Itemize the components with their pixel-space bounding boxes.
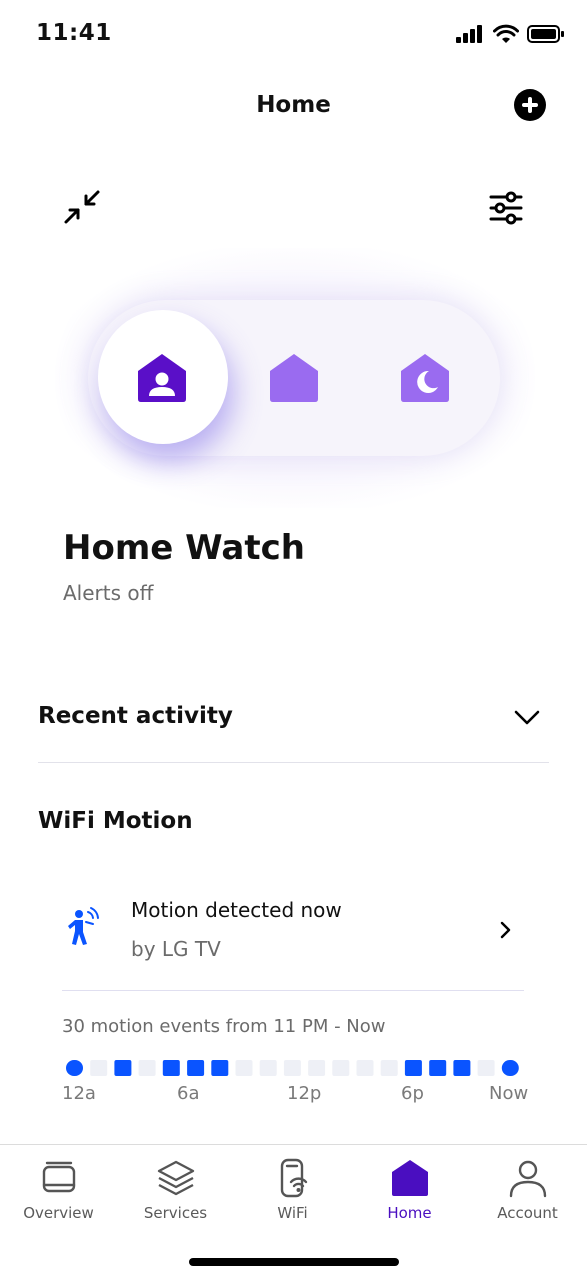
nav-label: WiFi xyxy=(277,1204,308,1222)
timeline-slot-active xyxy=(114,1060,132,1076)
timeline-label: 6p xyxy=(401,1083,424,1104)
cellular-icon xyxy=(456,25,482,43)
timeline-slot-active xyxy=(162,1060,180,1076)
motion-event-row[interactable] xyxy=(38,880,549,980)
motion-events-summary: 30 motion events from 11 PM - Now xyxy=(62,1016,386,1037)
home-icon xyxy=(391,1160,428,1196)
layers-icon xyxy=(157,1160,194,1196)
timeline-slot-active xyxy=(187,1060,205,1076)
timeline-slot xyxy=(259,1060,277,1076)
timeline-slot xyxy=(477,1060,495,1076)
timeline-slot xyxy=(356,1060,374,1076)
timeline-slot-active xyxy=(501,1060,519,1076)
timeline-slot-active xyxy=(66,1060,83,1076)
home-watch-icon[interactable] xyxy=(135,351,189,405)
bottom-nav-divider xyxy=(0,1144,587,1145)
timeline-slot-active xyxy=(453,1060,471,1076)
timeline-label: Now xyxy=(489,1083,529,1104)
collapse-arrows-icon[interactable] xyxy=(62,188,102,228)
home-sleep-icon[interactable] xyxy=(398,351,452,405)
divider xyxy=(62,990,524,991)
nav-item-wifi[interactable]: WiFi xyxy=(234,1152,351,1232)
page-title: Home xyxy=(256,92,331,118)
timeline-slot xyxy=(332,1060,350,1076)
chevron-right-icon[interactable] xyxy=(496,920,516,940)
overview-icon xyxy=(42,1161,75,1193)
timeline-slot xyxy=(283,1060,301,1076)
sliders-icon[interactable] xyxy=(486,188,526,228)
nav-item-services[interactable]: Services xyxy=(117,1152,234,1232)
timeline-label: 12p xyxy=(287,1083,322,1104)
timeline-slot-active xyxy=(211,1060,229,1076)
timeline-slot xyxy=(235,1060,253,1076)
motion-event-source: by LG TV xyxy=(131,937,221,961)
home-indicator xyxy=(189,1258,399,1266)
recent-activity-title: Recent activity xyxy=(38,703,233,729)
status-icons xyxy=(455,24,565,44)
mode-status: Alerts off xyxy=(63,581,154,605)
timeline-slot-active xyxy=(404,1060,422,1076)
timeline-label: 12a xyxy=(62,1083,96,1104)
status-time: 11:41 xyxy=(36,20,112,46)
timeline-slot xyxy=(90,1060,108,1076)
timeline-labels: 12a 6a 12p 6p Now xyxy=(62,1083,528,1107)
person-icon xyxy=(509,1160,546,1198)
add-button[interactable] xyxy=(514,89,546,121)
nav-label: Home xyxy=(387,1204,432,1222)
timeline-slot-active xyxy=(429,1060,447,1076)
mode-title: Home Watch xyxy=(63,528,305,568)
wifi-motion-title: WiFi Motion xyxy=(38,808,193,834)
divider xyxy=(38,762,549,763)
timeline-slot xyxy=(308,1060,326,1076)
home-icon[interactable] xyxy=(267,351,321,405)
nav-item-overview[interactable]: Overview xyxy=(0,1152,117,1232)
motion-timeline xyxy=(66,1060,519,1076)
chevron-down-icon[interactable] xyxy=(512,702,542,732)
nav-label: Overview xyxy=(23,1204,94,1222)
battery-icon xyxy=(527,25,564,43)
nav-item-home[interactable]: Home xyxy=(351,1152,468,1232)
wifi-pod-icon xyxy=(280,1158,307,1198)
nav-item-account[interactable]: Account xyxy=(469,1152,586,1232)
nav-label: Services xyxy=(143,1204,208,1222)
motion-event-title: Motion detected now xyxy=(131,898,342,922)
timeline-slot xyxy=(380,1060,398,1076)
motion-person-icon xyxy=(68,907,99,945)
wifi-icon xyxy=(493,24,519,43)
nav-label: Account xyxy=(497,1204,558,1222)
timeline-label: 6a xyxy=(177,1083,200,1104)
timeline-slot xyxy=(138,1060,156,1076)
